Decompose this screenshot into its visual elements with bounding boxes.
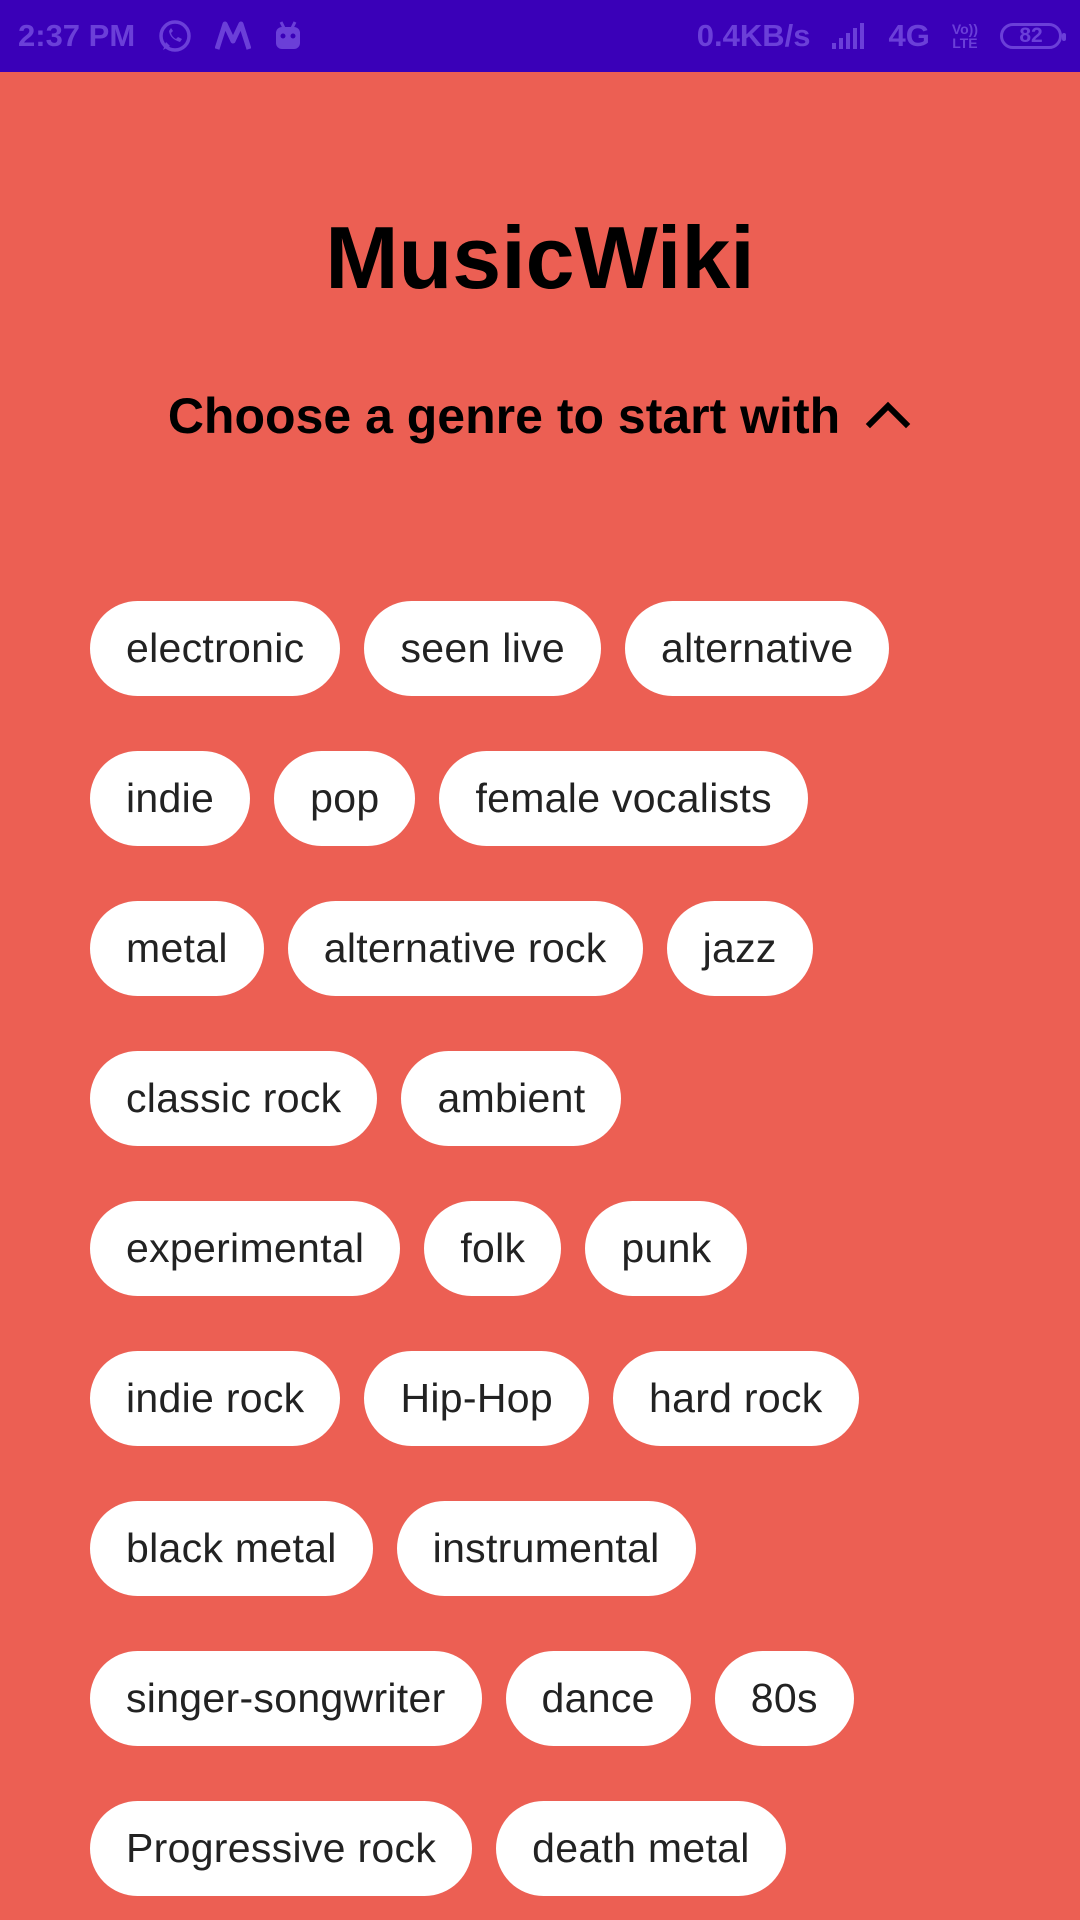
genre-chip[interactable]: instrumental — [396, 1501, 696, 1596]
genre-chip[interactable]: Hip-Hop — [364, 1351, 589, 1446]
genre-row: electronic seen live alternative — [90, 601, 1050, 696]
genre-chip[interactable]: indie — [90, 751, 251, 846]
network-speed: 0.4KB/s — [696, 18, 811, 53]
volte-indicator: Vo)) LTE — [952, 22, 978, 50]
app-title: MusicWiki — [325, 208, 755, 307]
genre-chip-list: electronic seen live alternative indie pop fe… — [90, 601, 1050, 1896]
genre-chip[interactable]: ambient — [401, 1051, 622, 1146]
genre-chip[interactable]: jazz — [666, 901, 813, 996]
genre-chip[interactable]: female vocalists — [439, 751, 808, 846]
genre-chip[interactable]: singer-songwriter — [90, 1651, 482, 1746]
genre-chip[interactable]: 80s — [714, 1651, 854, 1746]
chevron-up-icon[interactable] — [864, 392, 912, 440]
genre-prompt: Choose a genre to start with — [167, 388, 841, 444]
status-right: 0.4KB/s 4G Vo)) LTE 82 — [696, 18, 1066, 54]
genre-chip[interactable]: dance — [505, 1651, 691, 1746]
status-time: 2:37 PM — [18, 18, 136, 53]
genre-row: Progressive rock death metal — [90, 1801, 1050, 1896]
genre-chip[interactable]: Progressive rock — [90, 1801, 473, 1896]
genre-chip[interactable]: indie rock — [90, 1351, 341, 1446]
genre-chip[interactable]: punk — [585, 1201, 748, 1296]
genre-row: black metal instrumental — [90, 1501, 1050, 1596]
genre-chip[interactable]: death metal — [496, 1801, 786, 1896]
genre-chip[interactable]: hard rock — [612, 1351, 859, 1446]
genre-chip[interactable]: seen live — [364, 601, 602, 696]
genre-section-header[interactable]: Choose a genre to start with — [0, 386, 1080, 446]
genre-chip[interactable]: metal — [90, 901, 264, 996]
genre-row: experimental folk punk — [90, 1201, 1050, 1296]
genre-row: singer-songwriter dance 80s — [90, 1651, 1050, 1746]
android-icon — [273, 20, 303, 52]
whatsapp-icon — [157, 18, 193, 54]
genre-chip[interactable]: folk — [424, 1201, 562, 1296]
genre-chip[interactable]: pop — [274, 751, 416, 846]
genre-chip[interactable]: alternative — [625, 601, 890, 696]
network-type: 4G — [888, 18, 930, 53]
status-left: 2:37 PM — [18, 18, 303, 54]
genre-chip[interactable]: alternative rock — [287, 901, 643, 996]
volte-bottom: LTE — [952, 35, 978, 51]
genre-row: indie pop female vocalists — [90, 751, 1050, 846]
myntra-icon — [215, 21, 252, 51]
battery-level: 82 — [1019, 24, 1043, 47]
genre-chip[interactable]: electronic — [90, 601, 341, 696]
battery-icon: 82 — [1000, 23, 1066, 49]
genre-chip[interactable]: black metal — [90, 1501, 373, 1596]
genre-chip[interactable]: classic rock — [90, 1051, 378, 1146]
status-bar: 2:37 PM 0.4KB/s 4G Vo)) LTE 82 — [0, 0, 1080, 72]
genre-row: classic rock ambient — [90, 1051, 1050, 1146]
genre-row: metal alternative rock jazz — [90, 901, 1050, 996]
signal-icon — [832, 23, 866, 49]
genre-chip[interactable]: experimental — [90, 1201, 401, 1296]
genre-row: indie rock Hip-Hop hard rock — [90, 1351, 1050, 1446]
